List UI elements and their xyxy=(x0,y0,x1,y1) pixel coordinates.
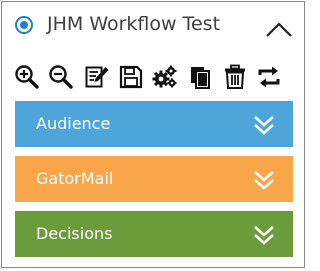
copy-icon[interactable] xyxy=(188,64,214,90)
toolbar xyxy=(14,64,294,92)
section-label: Audience xyxy=(36,114,111,133)
collapse-chevron-up-icon[interactable] xyxy=(264,20,294,40)
workflow-panel: JHM Workflow Test Audience GatorMail Dec… xyxy=(1,1,305,268)
save-icon[interactable] xyxy=(118,64,144,90)
workflow-title: JHM Workflow Test xyxy=(47,13,221,35)
double-chevron-down-icon xyxy=(254,226,274,245)
edit-icon[interactable] xyxy=(84,64,110,90)
section-label: GatorMail xyxy=(36,169,114,188)
double-chevron-down-icon xyxy=(254,171,274,190)
radio-selected-dot xyxy=(20,21,28,29)
panel-header: JHM Workflow Test xyxy=(2,2,304,52)
section-decisions[interactable]: Decisions xyxy=(15,211,293,257)
section-audience[interactable]: Audience xyxy=(15,101,293,147)
zoom-out-icon[interactable] xyxy=(48,64,74,90)
double-chevron-down-icon xyxy=(254,116,274,135)
trash-icon[interactable] xyxy=(222,64,248,90)
refresh-icon[interactable] xyxy=(256,64,282,90)
workflow-radio-button[interactable] xyxy=(15,16,33,34)
settings-icon[interactable] xyxy=(152,64,178,90)
zoom-in-icon[interactable] xyxy=(14,64,40,90)
section-gatormail[interactable]: GatorMail xyxy=(15,156,293,202)
section-label: Decisions xyxy=(36,224,113,243)
